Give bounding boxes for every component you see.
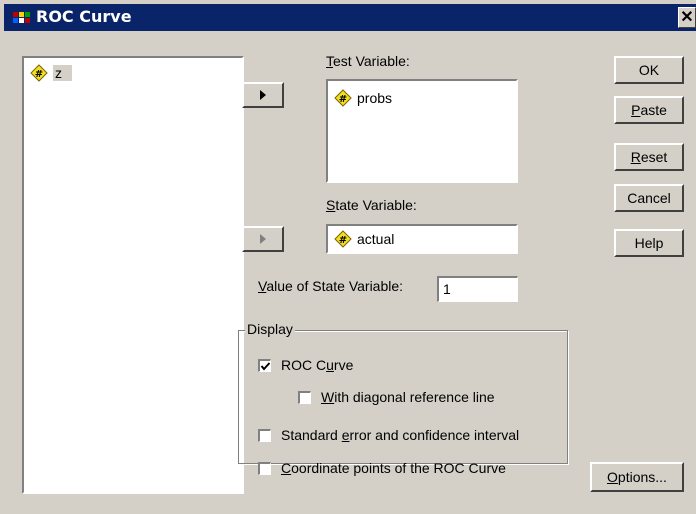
display-legend: Display	[245, 321, 295, 337]
right-arrow-icon	[260, 90, 266, 100]
state-variable-value: actual	[357, 231, 395, 247]
cancel-button[interactable]: Cancel	[614, 184, 684, 212]
dialog-title: ROC Curve	[36, 7, 132, 26]
coordinate-points-checkbox[interactable]: Coordinate points of the ROC Curve	[258, 460, 506, 476]
title-bar[interactable]: ROC Curve ✕	[4, 4, 696, 31]
diagonal-line-checkbox[interactable]: With diagonal reference line	[298, 389, 495, 405]
options-button[interactable]: Options...	[590, 462, 684, 492]
ok-button[interactable]: OK	[614, 56, 684, 84]
checkbox-label: With diagonal reference line	[321, 389, 495, 405]
list-item[interactable]: # z	[30, 62, 72, 84]
checkbox-label: ROC Curve	[281, 357, 354, 373]
list-item-label: probs	[357, 90, 393, 106]
state-variable-item: # actual	[334, 228, 394, 250]
checkbox-label: Coordinate points of the ROC Curve	[281, 460, 506, 476]
test-variable-label: Test Variable:	[326, 53, 410, 69]
spss-app-icon	[13, 12, 30, 23]
numeric-scale-icon: #	[334, 89, 352, 107]
help-button[interactable]: Help	[614, 229, 684, 257]
close-icon: ✕	[680, 9, 694, 26]
right-arrow-icon	[260, 234, 266, 244]
numeric-scale-icon: #	[30, 64, 48, 82]
test-variable-list[interactable]: # probs	[326, 79, 518, 183]
checkbox-box[interactable]	[298, 390, 311, 404]
list-item[interactable]: # probs	[334, 87, 392, 109]
svg-text:#: #	[339, 235, 347, 246]
numeric-scale-icon: #	[334, 230, 352, 248]
checkbox-box[interactable]	[258, 428, 271, 442]
svg-text:#: #	[35, 69, 43, 80]
roc-curve-dialog: ROC Curve ✕ # z Test Variable: # probs S…	[0, 0, 696, 514]
checkbox-label: Standard error and confidence interval	[281, 427, 520, 443]
paste-button[interactable]: Paste	[614, 96, 684, 124]
source-variable-list[interactable]: # z	[22, 56, 244, 494]
checkmark-icon	[260, 361, 271, 371]
reset-button[interactable]: Reset	[614, 143, 684, 171]
value-of-state-label: Value of State Variable:	[258, 278, 404, 294]
svg-text:#: #	[339, 94, 347, 105]
list-item-label: z	[53, 65, 72, 81]
close-button[interactable]: ✕	[678, 7, 696, 28]
checkbox-box[interactable]	[258, 358, 271, 372]
value-of-state-input[interactable]: 1	[437, 276, 518, 302]
state-variable-field[interactable]: # actual	[326, 224, 518, 254]
roc-curve-checkbox[interactable]: ROC Curve	[258, 357, 353, 373]
move-to-state-button[interactable]	[242, 226, 284, 252]
checkbox-box[interactable]	[258, 461, 271, 475]
state-variable-label: State Variable:	[326, 197, 417, 213]
std-error-checkbox[interactable]: Standard error and confidence interval	[258, 427, 519, 443]
move-to-test-button[interactable]	[242, 82, 284, 108]
